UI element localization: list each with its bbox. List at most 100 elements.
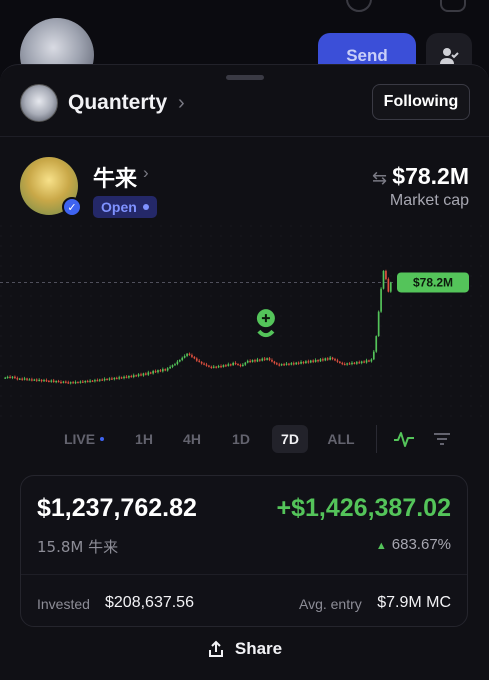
candle [232, 362, 235, 366]
status-badge: Open [93, 196, 157, 218]
invested-label: Invested [37, 596, 90, 612]
candle [11, 376, 14, 378]
candle [195, 358, 198, 361]
candle [280, 364, 283, 366]
candle [275, 363, 278, 365]
arrow-up-icon: ▲ [375, 540, 387, 552]
drag-handle[interactable] [226, 75, 264, 80]
creator-avatar[interactable] [20, 84, 58, 122]
settings-icon[interactable] [440, 0, 466, 12]
candle [26, 378, 28, 380]
candle [152, 371, 154, 374]
candle [285, 363, 288, 365]
tab-live[interactable]: LIVE [56, 425, 112, 453]
chevron-right-icon[interactable]: › [143, 163, 149, 183]
status-label: Open [101, 199, 137, 215]
current-price-tag: $78.2M [397, 272, 469, 293]
live-dot [100, 437, 105, 441]
candle [317, 359, 319, 362]
candle [288, 363, 290, 365]
candle [9, 376, 11, 379]
candle [118, 377, 121, 379]
sheet-header: Quanterty › Following [0, 81, 489, 137]
candle [91, 380, 94, 382]
candle [380, 288, 382, 312]
candle [21, 378, 24, 380]
price-chart[interactable]: $78.2M [0, 225, 489, 425]
following-button[interactable]: Following [372, 84, 470, 120]
market-cap-value: $78.2M [392, 163, 469, 189]
candle [314, 359, 317, 362]
candle [341, 362, 344, 365]
candle [244, 362, 247, 365]
candle [176, 361, 179, 365]
position-value: $1,237,762.82 [37, 494, 197, 522]
swap-icon[interactable]: ⇆ [372, 168, 387, 189]
candle [186, 353, 188, 356]
candle [69, 382, 72, 384]
candle [191, 355, 193, 357]
candle [52, 380, 55, 383]
candle [225, 365, 227, 367]
candle [368, 360, 370, 362]
candle [115, 377, 118, 380]
candle [166, 368, 169, 371]
candle [96, 380, 99, 382]
candle [370, 359, 373, 362]
candle [336, 360, 339, 362]
candle [193, 356, 196, 359]
candle [339, 361, 341, 363]
filter-icon[interactable] [430, 427, 454, 451]
candle [94, 380, 96, 382]
candle [62, 381, 65, 383]
candle [254, 360, 256, 362]
candle [203, 363, 205, 365]
candle [101, 379, 104, 381]
tab-1d[interactable]: 1D [223, 425, 259, 453]
candle [217, 366, 220, 368]
chart-grid [0, 225, 489, 425]
candle [334, 359, 336, 361]
candle [50, 380, 53, 382]
tab-1h[interactable]: 1H [126, 425, 162, 453]
candle [14, 376, 16, 379]
candle [164, 369, 167, 371]
candle [123, 376, 125, 379]
share-button[interactable]: Share [0, 631, 489, 667]
candle [128, 375, 130, 378]
candle [67, 382, 70, 384]
candle [74, 382, 77, 384]
candle [273, 361, 276, 364]
candle [358, 362, 361, 364]
tab-all[interactable]: ALL [322, 425, 360, 453]
candle [33, 379, 36, 381]
candle [343, 363, 346, 366]
candle [16, 378, 19, 380]
tab-4h[interactable]: 4H [174, 425, 210, 453]
candle [246, 360, 249, 363]
candle [60, 381, 62, 384]
token-amount: 15.8M 牛来 [37, 538, 119, 556]
position-card: $1,237,762.82 +$1,426,387.02 15.8M 牛来 ▲ 6… [20, 475, 468, 627]
candle [111, 378, 113, 380]
tab-7d[interactable]: 7D [272, 425, 308, 453]
candle [72, 382, 74, 384]
candle [249, 360, 251, 363]
chevron-right-icon[interactable]: › [178, 92, 185, 115]
candle [142, 373, 145, 376]
candle [268, 358, 271, 360]
candle [55, 381, 57, 383]
verified-badge-icon: ✓ [62, 197, 82, 217]
candle [48, 380, 50, 383]
avg-entry-label: Avg. entry [299, 596, 362, 612]
candle [351, 362, 353, 365]
candle [169, 366, 171, 369]
position-pnl: +$1,426,387.02 [276, 494, 451, 522]
candle [229, 364, 232, 366]
line-chart-icon[interactable] [392, 427, 416, 451]
creator-name[interactable]: Quanterty [68, 91, 167, 115]
token-name[interactable]: 牛来 [93, 161, 137, 193]
candle [372, 351, 375, 360]
candle [319, 359, 322, 362]
candle [348, 363, 351, 365]
